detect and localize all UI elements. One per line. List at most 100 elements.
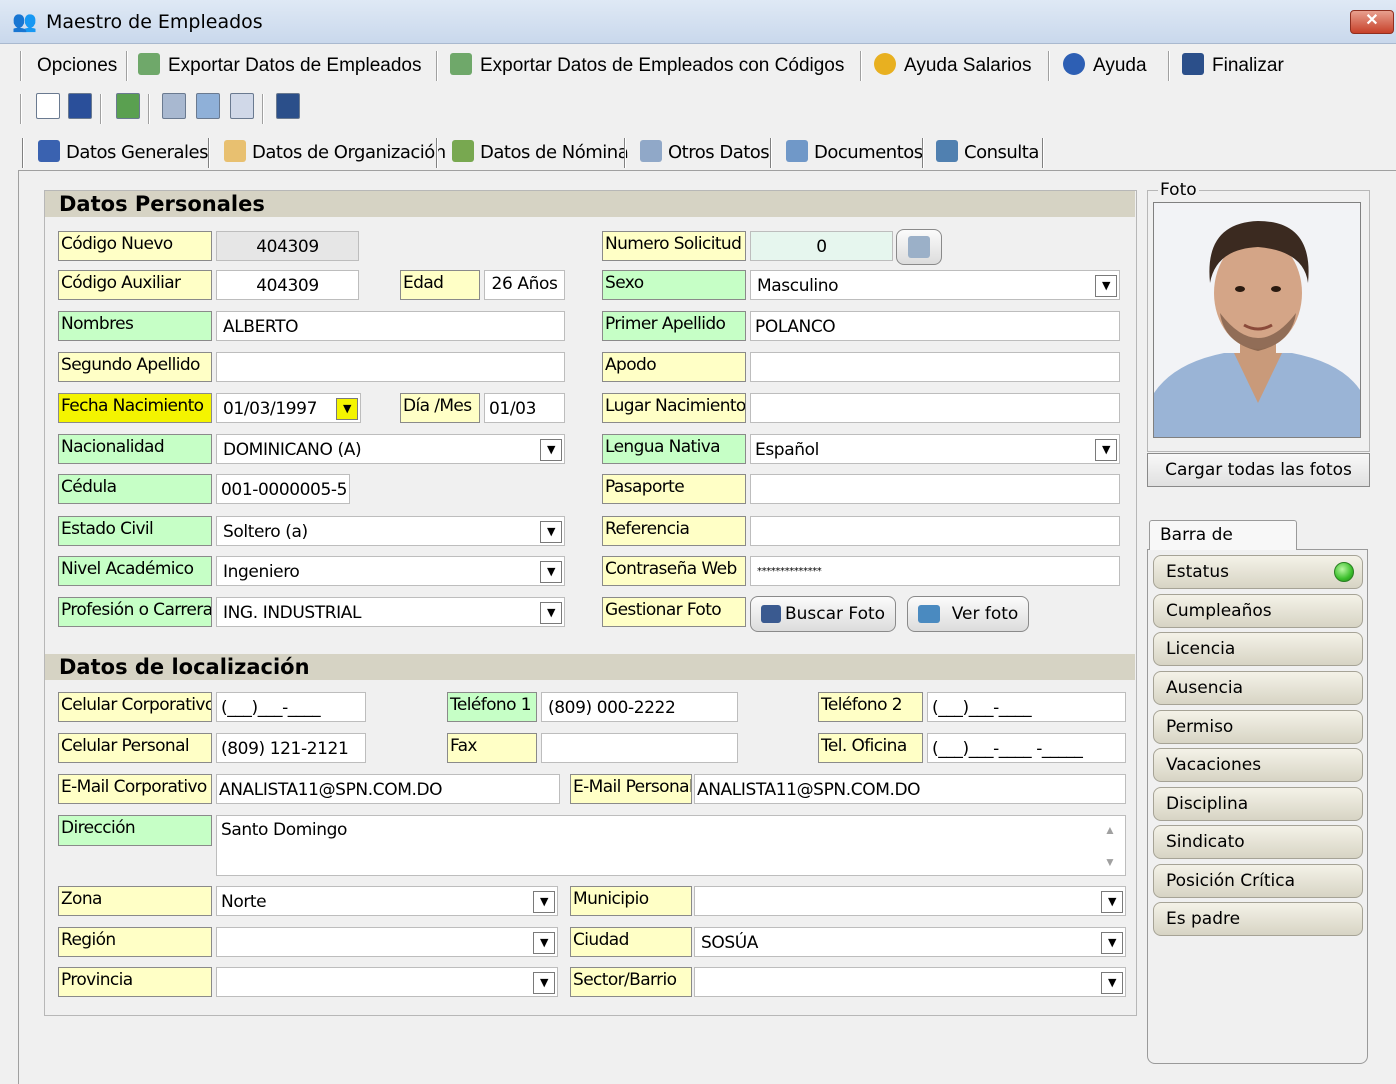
chevron-down-icon[interactable]: ▼: [540, 602, 562, 624]
tab-organizacion[interactable]: Datos de Organización: [224, 136, 446, 170]
chevron-down-icon[interactable]: ▼: [540, 521, 562, 543]
status-item-posicion-critica[interactable]: Posición Crítica: [1153, 864, 1363, 898]
tab-documentos[interactable]: Documentos: [786, 136, 923, 170]
zona-select[interactable]: Norte ▼: [216, 886, 558, 916]
status-item-licencia[interactable]: Licencia: [1153, 632, 1363, 666]
scroll-up-icon[interactable]: ▲: [1104, 823, 1116, 837]
chevron-down-icon[interactable]: ▼: [540, 439, 562, 461]
menu-ayuda[interactable]: Ayuda: [1063, 53, 1147, 79]
telefono-2-field[interactable]: (___)___-____: [927, 692, 1126, 722]
celular-corporativo-field[interactable]: (___)___-____: [216, 692, 366, 722]
status-item-disciplina[interactable]: Disciplina: [1153, 787, 1363, 821]
lugar-nacimiento-field[interactable]: [750, 393, 1120, 423]
menu-exportar[interactable]: Exportar Datos de Empleados: [138, 53, 421, 79]
chevron-down-icon[interactable]: ▼: [1095, 275, 1117, 297]
window-title: Maestro de Empleados: [46, 11, 263, 33]
lengua-nativa-select[interactable]: Español ▼: [750, 434, 1120, 464]
menu-separator: [1048, 51, 1050, 81]
nivel-academico-select[interactable]: Ingeniero ▼: [216, 556, 565, 586]
provincia-select[interactable]: ▼: [216, 967, 558, 997]
employees-app-icon: 👥: [12, 11, 37, 33]
referencia-field[interactable]: [750, 516, 1120, 546]
sector-barrio-select[interactable]: ▼: [694, 967, 1126, 997]
menu-finalizar[interactable]: Finalizar: [1182, 53, 1284, 79]
segundo-apellido-field[interactable]: [216, 352, 565, 382]
chevron-down-icon[interactable]: ▼: [1101, 891, 1123, 913]
tab-datos-generales[interactable]: Datos Generales: [38, 136, 208, 170]
codigo-auxiliar-field[interactable]: 404309: [216, 270, 359, 300]
chevron-down-icon[interactable]: ▼: [533, 891, 555, 913]
menu-opciones[interactable]: Opciones: [37, 53, 117, 79]
import-icon[interactable]: [196, 93, 220, 119]
dia-mes-field[interactable]: 01/03: [484, 393, 565, 423]
provincia-label: Provincia: [58, 967, 212, 997]
menu-ayuda-salarios[interactable]: Ayuda Salarios: [874, 53, 1031, 79]
tel-oficina-field[interactable]: (___)___-____ -_____: [927, 733, 1126, 763]
status-item-sindicato[interactable]: Sindicato: [1153, 825, 1363, 859]
chevron-down-icon[interactable]: ▼: [533, 972, 555, 994]
cargar-todas-fotos-button[interactable]: Cargar todas las fotos: [1147, 453, 1370, 487]
tab-documentos-label: Documentos: [814, 142, 923, 163]
direccion-field[interactable]: Santo Domingo: [216, 815, 1126, 876]
lugar-nacimiento-label: Lugar Nacimiento: [602, 393, 746, 423]
status-item-cumpleanos[interactable]: Cumpleaños: [1153, 594, 1363, 628]
print-solicitud-button[interactable]: [896, 229, 942, 265]
municipio-select[interactable]: ▼: [694, 886, 1126, 916]
status-item-ausencia[interactable]: Ausencia: [1153, 671, 1363, 705]
refresh-icon[interactable]: [116, 93, 140, 119]
ver-foto-button[interactable]: Ver foto: [907, 596, 1029, 632]
chevron-down-icon[interactable]: ▼: [1101, 972, 1123, 994]
tab-consulta[interactable]: Consulta: [936, 136, 1039, 170]
tab-nomina[interactable]: Datos de Nómina: [452, 136, 629, 170]
estado-civil-select[interactable]: Soltero (a) ▼: [216, 516, 565, 546]
contrasena-web-field[interactable]: **************: [750, 556, 1120, 586]
profesion-select[interactable]: ING. INDUSTRIAL ▼: [216, 597, 565, 627]
nacionalidad-select[interactable]: DOMINICANO (A) ▼: [216, 434, 565, 464]
chevron-down-icon[interactable]: ▼: [336, 398, 358, 420]
ciudad-label: Ciudad: [570, 927, 692, 957]
status-item-vacaciones[interactable]: Vacaciones: [1153, 748, 1363, 782]
email-corporativo-field[interactable]: ANALISTA11@SPN.COM.DO: [216, 774, 560, 804]
buscar-foto-button[interactable]: Buscar Foto: [750, 596, 896, 632]
nombres-field[interactable]: ALBERTO: [216, 311, 565, 341]
primer-apellido-field[interactable]: POLANCO: [750, 311, 1120, 341]
employee-card-icon: [38, 140, 60, 162]
close-button[interactable]: ✕: [1350, 10, 1394, 34]
exit-icon[interactable]: [276, 93, 300, 119]
edad-field[interactable]: 26 Años: [484, 270, 565, 300]
tab-barra-estado[interactable]: Barra de Estado: [1149, 520, 1297, 573]
email-personal-field[interactable]: ANALISTA11@SPN.COM.DO: [694, 774, 1126, 804]
sexo-select[interactable]: Masculino ▼: [750, 270, 1120, 300]
codigo-nuevo-field[interactable]: 404309: [216, 231, 359, 261]
chevron-down-icon[interactable]: ▼: [1101, 932, 1123, 954]
save-icon[interactable]: [68, 93, 92, 119]
section-datos-personales: Datos Personales: [45, 191, 1135, 217]
chevron-down-icon[interactable]: ▼: [540, 561, 562, 583]
numero-solicitud-field[interactable]: 0: [750, 231, 893, 261]
celular-personal-field[interactable]: (809) 121-2121: [216, 733, 366, 763]
telefono-1-field[interactable]: (809) 000-2222: [541, 692, 738, 722]
tab-separator: [1042, 138, 1044, 168]
tab-otros-datos[interactable]: Otros Datos: [640, 136, 770, 170]
new-icon[interactable]: [36, 93, 60, 119]
buscar-foto-label: Buscar Foto: [784, 604, 886, 624]
report-icon[interactable]: [230, 93, 254, 119]
ciudad-select[interactable]: SOSÚA ▼: [694, 927, 1126, 957]
chevron-down-icon[interactable]: ▼: [1095, 439, 1117, 461]
referencia-label: Referencia: [602, 516, 746, 546]
fecha-nacimiento-field[interactable]: 01/03/1997 ▼: [216, 393, 361, 423]
region-select[interactable]: ▼: [216, 927, 558, 957]
chevron-down-icon[interactable]: ▼: [533, 932, 555, 954]
menu-exportar-codigos[interactable]: Exportar Datos de Empleados con Códigos: [450, 53, 844, 79]
status-item-estatus[interactable]: Estatus: [1153, 555, 1363, 589]
apodo-field[interactable]: [750, 352, 1120, 382]
tel-oficina-label: Tel. Oficina: [818, 733, 923, 763]
cedula-field[interactable]: 001-0000005-5: [216, 474, 350, 504]
status-item-permiso[interactable]: Permiso: [1153, 710, 1363, 744]
status-item-es-padre[interactable]: Es padre: [1153, 902, 1363, 936]
print-preview-icon[interactable]: [162, 93, 186, 119]
scroll-down-icon[interactable]: ▼: [1104, 855, 1116, 869]
fax-field[interactable]: [541, 733, 738, 763]
pasaporte-field[interactable]: [750, 474, 1120, 504]
menu-exportar-label: Exportar Datos de Empleados: [168, 55, 422, 76]
